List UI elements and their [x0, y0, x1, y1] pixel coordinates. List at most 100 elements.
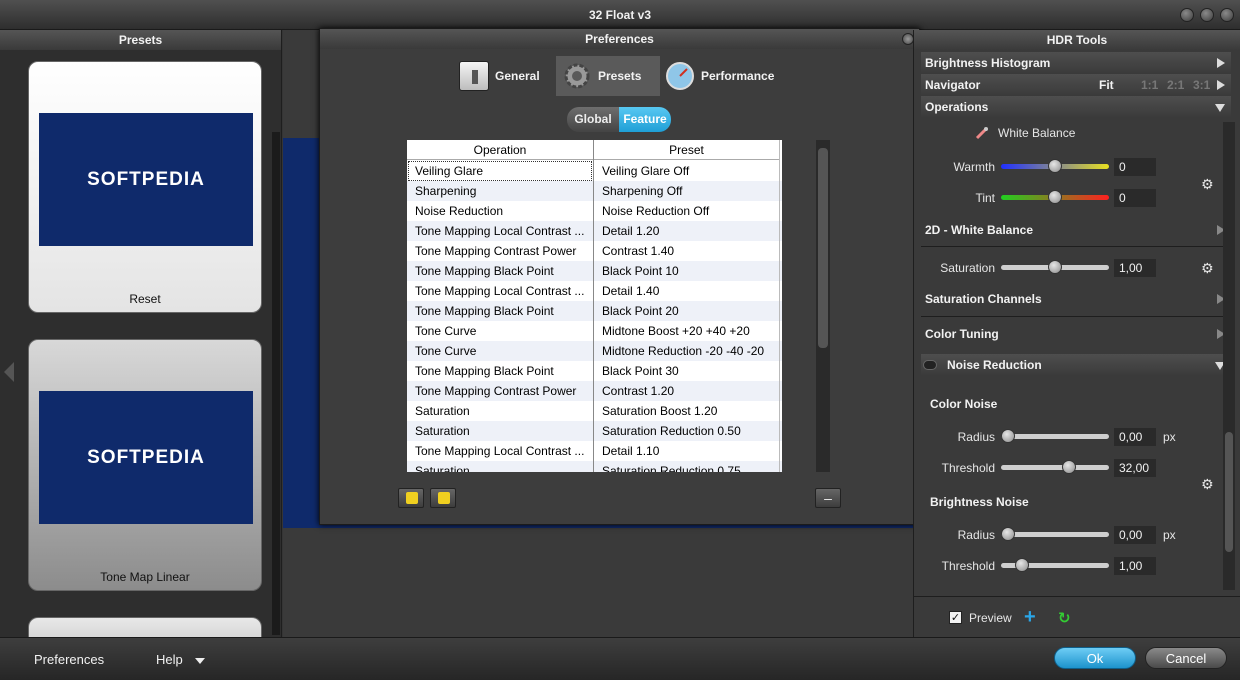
ok-button[interactable]: Ok — [1054, 647, 1136, 669]
minimize-button[interactable] — [1180, 8, 1194, 22]
section-label: Saturation Channels — [925, 292, 1042, 306]
scrollbar-thumb[interactable] — [1225, 432, 1233, 552]
table-row[interactable]: Sharpening Sharpening Off — [407, 181, 782, 201]
add-icon[interactable]: + — [1024, 606, 1036, 629]
color-noise-threshold-knob[interactable] — [1062, 460, 1077, 474]
brightness-noise-radius-knob[interactable] — [1001, 527, 1015, 541]
table-row[interactable]: Tone Curve Midtone Boost +20 +40 +20 — [407, 321, 782, 341]
table-row[interactable]: Tone Mapping Black Point Black Point 30 — [407, 361, 782, 381]
table-row[interactable]: Tone Mapping Local Contrast ... Detail 1.… — [407, 221, 782, 241]
preset-cell: Detail 1.40 — [602, 284, 660, 298]
color-noise-radius-knob[interactable] — [1001, 429, 1015, 443]
close-button[interactable] — [1220, 8, 1234, 22]
segment-global[interactable]: Global — [567, 107, 619, 132]
table-row[interactable]: Tone Mapping Local Contrast ... Detail 1.… — [407, 441, 782, 461]
export-preset-button[interactable] — [430, 488, 456, 508]
brightness-noise-radius-value[interactable]: 0,00 — [1114, 526, 1156, 544]
import-preset-button[interactable] — [398, 488, 424, 508]
zoom-3-1[interactable]: 3:1 — [1193, 74, 1210, 96]
saturation-settings-gear-icon[interactable]: ⚙ — [1201, 261, 1215, 275]
table-scrollbar[interactable] — [816, 140, 830, 472]
help-dropdown-icon[interactable] — [195, 658, 205, 664]
hdr-tools-scrollbar[interactable] — [1223, 122, 1235, 590]
table-row[interactable]: Tone Mapping Contrast Power Contrast 1.40 — [407, 241, 782, 261]
brightness-noise-threshold-value[interactable]: 1,00 — [1114, 557, 1156, 575]
warmth-value[interactable]: 0 — [1114, 158, 1156, 176]
preferences-menu-button[interactable]: Preferences — [34, 652, 104, 667]
tab-performance[interactable]: Performance — [659, 56, 789, 96]
brightness-noise-radius-slider[interactable] — [1001, 527, 1109, 541]
collapse-left-arrow-icon[interactable] — [4, 362, 14, 382]
operation-cell: Tone Mapping Contrast Power — [415, 244, 577, 258]
table-row[interactable]: Tone Mapping Black Point Black Point 10 — [407, 261, 782, 281]
scrollbar-thumb[interactable] — [818, 148, 828, 348]
brightness-noise-radius-unit: px — [1163, 528, 1176, 542]
saturation-slider[interactable] — [1001, 260, 1109, 274]
help-menu-button[interactable]: Help — [156, 652, 183, 667]
preset-card-reset[interactable]: SOFTPEDIA Reset — [28, 61, 262, 313]
remove-preset-button[interactable]: – — [815, 488, 841, 508]
color-noise-radius-slider[interactable] — [1001, 429, 1109, 443]
brightness-noise-threshold-knob[interactable] — [1015, 558, 1030, 572]
preview-checkbox[interactable]: ✓ — [949, 611, 962, 624]
table-row[interactable]: Tone Curve Midtone Reduction -20 -40 -20 — [407, 341, 782, 361]
cancel-button[interactable]: Cancel — [1145, 647, 1227, 669]
preset-thumbnail: SOFTPEDIA — [39, 391, 253, 524]
zoom-fit[interactable]: Fit — [1099, 74, 1114, 96]
section-brightness-histogram[interactable]: Brightness Histogram — [921, 52, 1231, 74]
table-row[interactable]: Tone Mapping Contrast Power Contrast 1.20 — [407, 381, 782, 401]
section-operations[interactable]: Operations — [921, 96, 1231, 118]
preset-thumbnail: SOFTPEDIA — [39, 113, 253, 246]
tint-value[interactable]: 0 — [1114, 189, 1156, 207]
presets-scrollbar[interactable] — [272, 132, 280, 635]
preset-cell: Black Point 30 — [602, 364, 679, 378]
table-row[interactable]: Tone Mapping Black Point Black Point 20 — [407, 301, 782, 321]
preset-label: Tone Map Linear — [100, 570, 190, 584]
tab-presets[interactable]: Presets — [556, 56, 660, 96]
color-noise-threshold-value[interactable]: 32,00 — [1114, 459, 1156, 477]
window-title: 32 Float v3 — [588, 8, 652, 22]
noise-reduction-toggle[interactable] — [923, 360, 937, 370]
column-header-preset[interactable]: Preset — [594, 140, 779, 160]
section-saturation-channels[interactable]: Saturation Channels — [921, 288, 1231, 310]
segment-feature[interactable]: Feature — [619, 107, 671, 132]
saturation-value[interactable]: 1,00 — [1114, 259, 1156, 277]
section-2d-white-balance[interactable]: 2D - White Balance — [921, 219, 1231, 241]
warmth-slider[interactable] — [1001, 159, 1109, 173]
warmth-slider-knob[interactable] — [1048, 159, 1062, 173]
column-header-operation[interactable]: Operation — [407, 140, 593, 160]
preset-cell: Sharpening Off — [602, 184, 683, 198]
app-window: 32 Float v3 Presets SOFTPEDIA Reset SOFT… — [0, 0, 1240, 680]
table-row[interactable]: Saturation Saturation Reduction 0.50 — [407, 421, 782, 441]
table-row[interactable]: Noise Reduction Noise Reduction Off — [407, 201, 782, 221]
section-navigator[interactable]: Navigator Fit 1:1 2:1 3:1 — [921, 74, 1231, 96]
tab-general[interactable]: General — [453, 56, 557, 96]
eyedropper-icon[interactable] — [975, 126, 989, 140]
zoom-1-1[interactable]: 1:1 — [1141, 74, 1158, 96]
color-noise-threshold-slider[interactable] — [1001, 460, 1109, 474]
preset-card-tone-map-linear[interactable]: SOFTPEDIA Tone Map Linear — [28, 339, 262, 591]
refresh-icon[interactable]: ↻ — [1058, 609, 1071, 627]
section-color-tuning[interactable]: Color Tuning — [921, 323, 1231, 345]
saturation-slider-knob[interactable] — [1048, 260, 1062, 274]
brightness-noise-threshold-label: Threshold — [941, 559, 995, 573]
table-row[interactable]: Tone Mapping Local Contrast ... Detail 1.… — [407, 281, 782, 301]
export-icon — [438, 492, 450, 504]
thumbnail-logo-text: SOFTPEDIA — [87, 447, 205, 468]
gauge-icon — [665, 61, 695, 91]
tint-slider-knob[interactable] — [1048, 190, 1062, 204]
zoom-2-1[interactable]: 2:1 — [1167, 74, 1184, 96]
table-row[interactable]: Saturation Saturation Reduction 0.75 — [407, 461, 782, 472]
maximize-button[interactable] — [1200, 8, 1214, 22]
preset-cell: Detail 1.10 — [602, 444, 660, 458]
import-icon — [406, 492, 418, 504]
white-balance-settings-gear-icon[interactable]: ⚙ — [1201, 177, 1215, 191]
table-row[interactable]: Saturation Saturation Boost 1.20 — [407, 401, 782, 421]
color-noise-radius-unit: px — [1163, 430, 1176, 444]
brightness-noise-threshold-slider[interactable] — [1001, 558, 1109, 572]
noise-settings-gear-icon[interactable]: ⚙ — [1201, 477, 1215, 491]
section-noise-reduction[interactable]: Noise Reduction — [921, 354, 1231, 376]
tint-slider[interactable] — [1001, 190, 1109, 204]
color-noise-radius-value[interactable]: 0,00 — [1114, 428, 1156, 446]
column-separator — [593, 140, 594, 472]
